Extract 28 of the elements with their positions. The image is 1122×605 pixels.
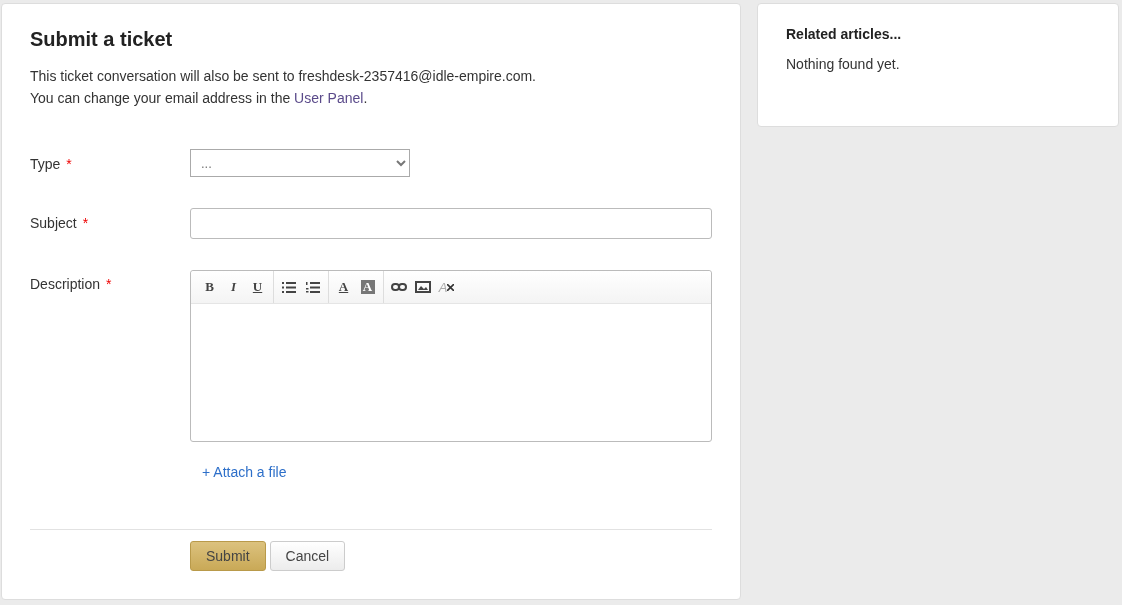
bulleted-list-icon [281, 281, 296, 293]
underline-button[interactable]: U [246, 276, 269, 298]
attach-file-link[interactable]: + Attach a file [202, 464, 287, 480]
related-articles-title: Related articles... [786, 26, 903, 42]
empty-message: Nothing found yet. [786, 56, 901, 72]
field-label: Type [30, 156, 61, 172]
image-icon [414, 281, 431, 293]
type-select[interactable]: ... [190, 149, 410, 177]
field-label: Description [30, 276, 101, 292]
cancel-button[interactable]: Cancel [269, 541, 346, 571]
highlight-button[interactable]: A [360, 280, 375, 294]
text-color-button[interactable]: A [332, 276, 355, 298]
page-title: Submit a ticket [30, 28, 174, 51]
description-editor[interactable]: B I U A A A [189, 270, 712, 442]
intro-text: This ticket conversation will also be sent to freshdesk-2357416@idle-empire.com. [30, 67, 537, 86]
subject-input[interactable] [189, 208, 712, 239]
required-mark: * [66, 156, 72, 172]
period-text: . [363, 90, 368, 106]
required-mark: * [106, 276, 112, 292]
bold-button[interactable]: B [198, 276, 221, 298]
numbered-list-icon [305, 281, 320, 293]
x-icon [447, 283, 455, 291]
submit-button[interactable]: Submit [190, 541, 266, 571]
italic-button[interactable]: I [222, 276, 245, 298]
chain-link-icon [390, 282, 407, 292]
intro-text: You can change your email address in the [30, 90, 292, 106]
required-mark: * [82, 215, 89, 231]
field-label: Subject [30, 215, 77, 231]
